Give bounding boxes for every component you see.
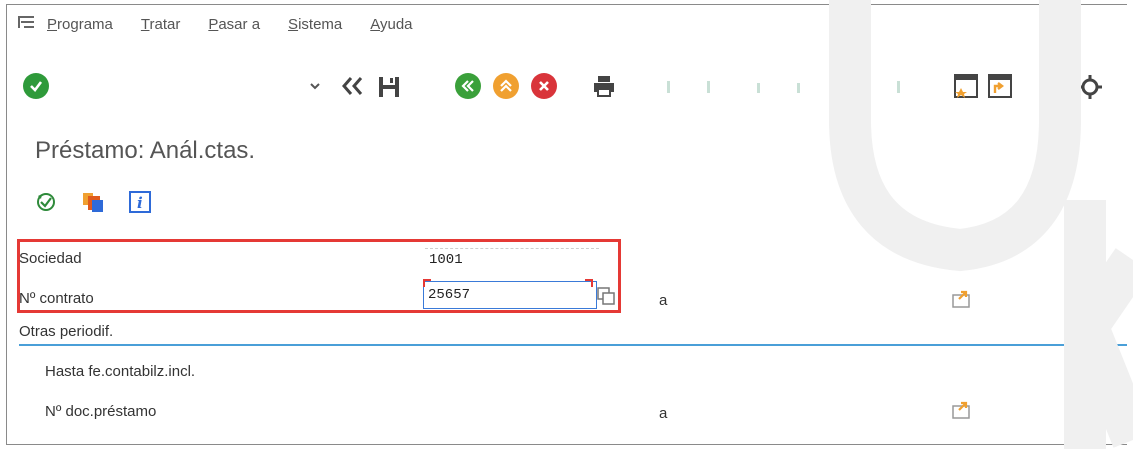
back-icon[interactable] (455, 73, 481, 99)
check-icon[interactable] (23, 73, 49, 99)
page-title: Préstamo: Anál.ctas. (35, 137, 256, 164)
contrato-to-label: a (659, 292, 668, 309)
settings-icon[interactable] (1075, 73, 1105, 101)
disabled-toolbar-icons (647, 77, 917, 97)
menu-item-programa[interactable]: Programa (47, 16, 113, 33)
value-help-icon[interactable] (597, 287, 615, 310)
contrato-label: Nº contrato (19, 290, 94, 307)
chevron-down-icon[interactable] (305, 75, 325, 97)
sociedad-label: Sociedad (19, 250, 82, 267)
menu-item-tratar[interactable]: Tratar (141, 16, 180, 33)
doc-to-label: a (659, 405, 668, 422)
menu-icon[interactable] (17, 14, 47, 34)
exit-icon[interactable] (493, 73, 519, 99)
menu-item-ayuda[interactable]: Ayuda (370, 16, 412, 33)
cancel-icon[interactable] (531, 73, 557, 99)
section-label: Otras periodif. (19, 323, 114, 340)
new-session-icon[interactable] (951, 71, 981, 101)
print-icon[interactable] (591, 73, 617, 99)
hasta-label: Hasta fe.contabilz.incl. (45, 363, 196, 380)
variant-icon[interactable] (81, 190, 105, 219)
application-toolbar: i (35, 187, 151, 221)
doc-label: Nº doc.préstamo (45, 403, 157, 420)
multiple-selection-icon[interactable] (951, 287, 977, 314)
double-chevron-left-icon[interactable] (337, 73, 367, 99)
execute-icon[interactable] (35, 191, 57, 218)
sociedad-field[interactable]: 1001 (425, 248, 599, 271)
multiple-selection-icon[interactable] (951, 398, 977, 425)
save-icon[interactable] (375, 73, 403, 101)
sap-window: Programa Tratar Pasar a Sistema Ayuda ? … (6, 4, 1127, 445)
menu-item-pasar-a[interactable]: Pasar a (208, 16, 260, 33)
svg-text:i: i (137, 194, 143, 212)
field-corner-marker (585, 279, 593, 287)
help-icon[interactable]: ? (1043, 73, 1069, 99)
field-corner-marker (423, 279, 431, 287)
standard-toolbar: ? (7, 69, 1127, 109)
section-divider (19, 344, 1127, 346)
menu-bar: Programa Tratar Pasar a Sistema Ayuda (7, 5, 1127, 43)
menu-item-sistema[interactable]: Sistema (288, 16, 342, 33)
contrato-field[interactable]: 25657 (423, 281, 597, 309)
shortcut-icon[interactable] (985, 71, 1015, 101)
info-icon[interactable]: i (129, 190, 151, 218)
